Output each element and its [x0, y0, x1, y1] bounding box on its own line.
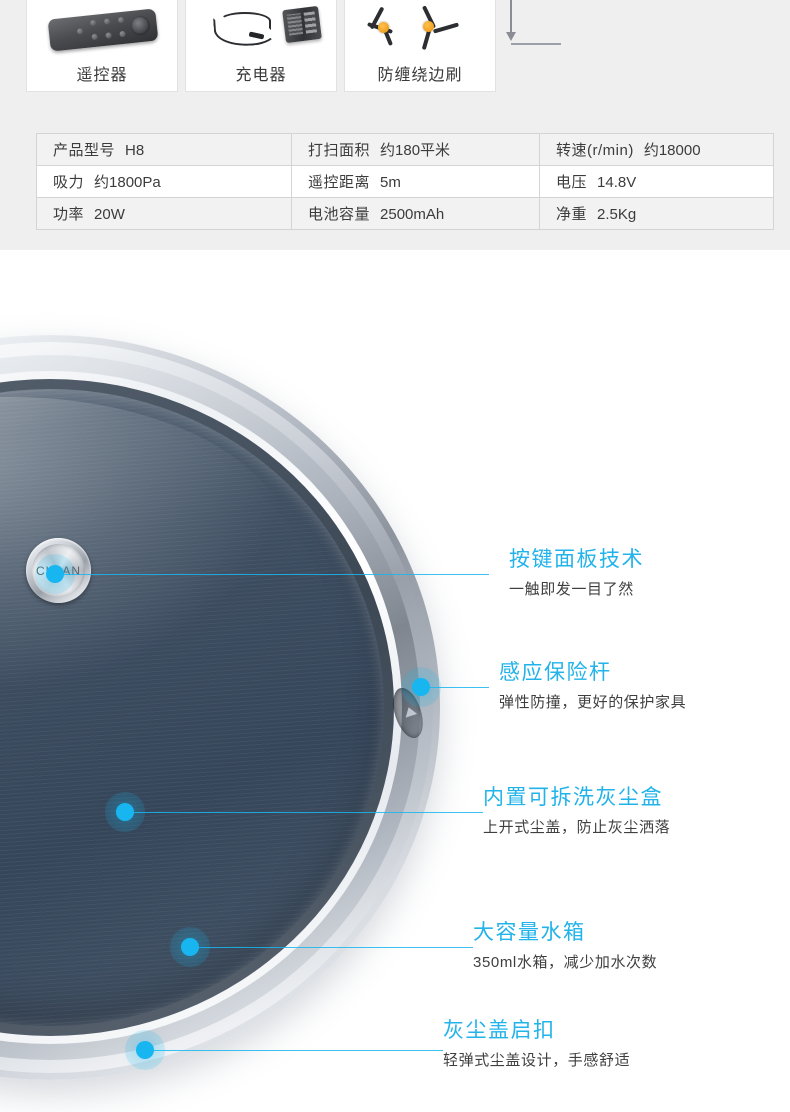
callout-subtitle: 弹性防撞，更好的保护家具	[499, 694, 687, 712]
spec-cell: 遥控距离 5m	[291, 165, 540, 198]
spec-cell: 打扫面积 约180平米	[291, 133, 540, 166]
callout-2: 感应保险杆 弹性防撞，更好的保护家具	[499, 661, 686, 712]
accessory-label: 遥控器	[76, 67, 128, 84]
callout-title: 灰尘盖启扣	[443, 1019, 556, 1042]
callout-title: 大容量水箱	[473, 921, 586, 944]
callout-5: 灰尘盖启扣 轻弹式尘盖设计，手感舒适	[443, 1019, 630, 1070]
callout-line-3	[125, 812, 483, 814]
spec-cell: 功率 20W	[36, 197, 292, 230]
callout-subtitle: 上开式尘盖，防止灰尘洒落	[483, 819, 671, 837]
callout-1: 按键面板技术 一触即发一目了然	[509, 548, 644, 599]
table-row: 吸力 约1800Pa 遥控距离 5m 电压 14.8V	[36, 165, 774, 198]
charger-icon	[186, 0, 336, 58]
spec-cell: 产品型号 H8	[36, 133, 292, 166]
remote-control-icon	[27, 0, 177, 58]
spec-cell: 净重 2.5Kg	[539, 197, 774, 230]
accessory-card-side-brush[interactable]: 防缠绕边刷	[344, 0, 496, 92]
accessory-card-charger[interactable]: 充电器	[185, 0, 337, 92]
accessory-card-remote[interactable]: 遥控器	[26, 0, 178, 92]
callout-subtitle: 轻弹式尘盖设计，手感舒适	[443, 1052, 631, 1070]
callout-line-2	[421, 687, 489, 689]
callout-4: 大容量水箱 350ml水箱，减少加水次数	[473, 921, 657, 972]
side-brush-icon	[345, 0, 495, 58]
callout-subtitle: 一触即发一目了然	[509, 581, 634, 599]
callout-line-1	[55, 574, 489, 576]
spec-cell: 电压 14.8V	[539, 165, 774, 198]
accessory-label: 充电器	[235, 67, 287, 84]
spec-cell: 转速(r/min) 约18000	[539, 133, 774, 166]
callout-title: 感应保险杆	[499, 661, 612, 684]
callout-line-4	[190, 947, 473, 949]
spec-cell: 吸力 约1800Pa	[36, 165, 292, 198]
callout-title: 内置可拆洗灰尘盒	[483, 786, 663, 809]
table-row: 产品型号 H8 打扫面积 约180平米 转速(r/min) 约18000	[36, 133, 774, 166]
product-detail-page: 遥控器 充电器 防缠绕边刷 产品型号 H8 打扫面积 约180平米 转速(r/m…	[0, 0, 790, 1112]
specification-table: 产品型号 H8 打扫面积 约180平米 转速(r/min) 约18000 吸力 约180…	[36, 133, 774, 230]
callout-title: 按键面板技术	[509, 548, 644, 571]
table-row: 功率 20W 电池容量 2500mAh 净重 2.5Kg	[36, 197, 774, 230]
robot-vacuum-product-image: CLEAN HOMENICE® 亨纳斯	[0, 335, 440, 1080]
callout-line-5	[145, 1050, 443, 1052]
callout-3: 内置可拆洗灰尘盒 上开式尘盖，防止灰尘洒落	[483, 786, 670, 837]
accessory-card-list: 遥控器 充电器 防缠绕边刷	[26, 0, 496, 92]
callout-subtitle: 350ml水箱，减少加水次数	[473, 954, 658, 972]
spec-cell: 电池容量 2500mAh	[291, 197, 540, 230]
accessory-label: 防缠绕边刷	[377, 67, 463, 84]
